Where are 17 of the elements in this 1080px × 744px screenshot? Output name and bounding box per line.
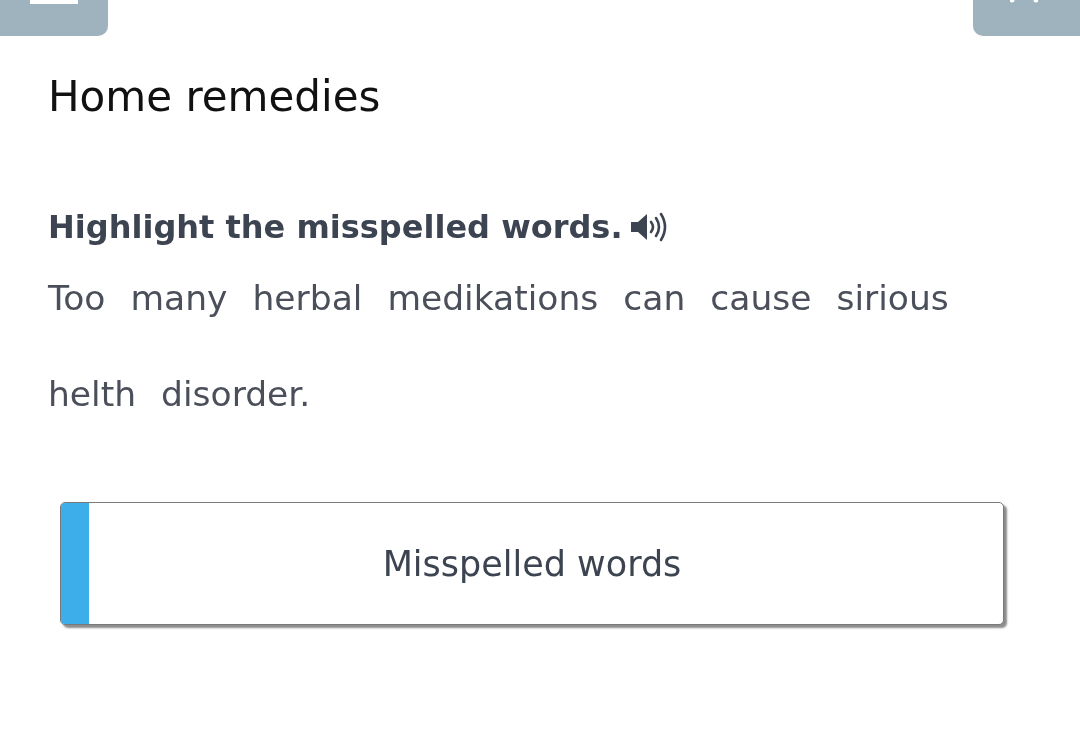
category-box[interactable]: Misspelled words bbox=[60, 502, 1004, 625]
toolbar-button[interactable] bbox=[0, 0, 108, 36]
selectable-word[interactable]: medikations bbox=[387, 278, 599, 318]
selectable-word[interactable]: many bbox=[130, 278, 228, 318]
category-label: Misspelled words bbox=[381, 543, 683, 584]
selectable-word[interactable]: helth bbox=[48, 374, 137, 414]
selectable-word[interactable]: cause bbox=[710, 278, 812, 318]
page-title: Home remedies bbox=[48, 71, 382, 123]
instruction-text: Highlight the misspelled words. bbox=[48, 208, 623, 246]
selectable-word[interactable]: can bbox=[623, 278, 686, 318]
bar-icon bbox=[30, 0, 78, 4]
dots-icon bbox=[1009, 0, 1038, 4]
selectable-word[interactable]: disorder. bbox=[161, 374, 311, 414]
selectable-word[interactable]: Too bbox=[48, 278, 106, 318]
selectable-word[interactable]: sirious bbox=[836, 278, 949, 318]
selectable-word[interactable]: herbal bbox=[252, 278, 363, 318]
speaker-icon[interactable] bbox=[630, 212, 669, 242]
